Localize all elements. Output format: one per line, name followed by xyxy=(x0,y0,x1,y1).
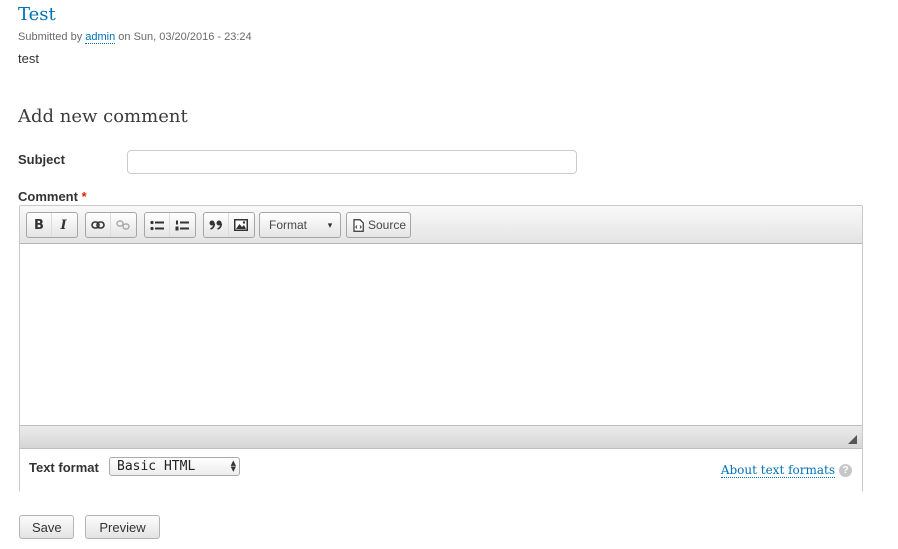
save-button[interactable]: Save xyxy=(19,515,74,539)
comment-label: Comment xyxy=(18,189,78,204)
format-dropdown[interactable]: Format ▾ xyxy=(259,212,341,238)
unlink-icon xyxy=(115,220,130,230)
node-body: test xyxy=(18,51,39,66)
preview-button[interactable]: Preview xyxy=(85,515,160,539)
select-arrows-icon: ▲ ▼ xyxy=(230,459,236,473)
about-text-formats-link[interactable]: About text formats xyxy=(720,463,835,478)
image-icon xyxy=(233,219,248,231)
text-format-select[interactable]: Basic HTML ▲ ▼ xyxy=(109,457,240,476)
toolbar-group-basic: B I xyxy=(26,212,78,238)
node-title-link[interactable]: Test xyxy=(18,4,56,25)
comment-editor-area[interactable] xyxy=(20,244,862,424)
source-button-label: Source xyxy=(368,218,407,232)
comment-form-heading: Add new comment xyxy=(18,106,188,127)
source-button[interactable]: Source xyxy=(346,212,411,238)
toolbar-group-lists xyxy=(144,212,196,238)
bold-button[interactable]: B xyxy=(27,213,51,237)
text-format-label: Text format xyxy=(29,460,99,475)
toolbar-group-media xyxy=(203,212,255,238)
chevron-down-icon: ▾ xyxy=(327,219,333,230)
blockquote-icon xyxy=(209,220,223,230)
text-format-wrapper: Text format Basic HTML ▲ ▼ About text for… xyxy=(20,449,862,492)
link-icon xyxy=(91,221,105,229)
blockquote-button[interactable] xyxy=(204,213,228,237)
image-button[interactable] xyxy=(228,213,252,237)
ckeditor: B I Format ▾ Source Text format Basic HT… xyxy=(19,205,863,492)
resize-handle-icon[interactable] xyxy=(848,435,857,444)
italic-button[interactable]: I xyxy=(51,213,75,237)
numbered-list-icon xyxy=(175,220,189,230)
editor-toolbar: B I Format ▾ Source xyxy=(20,206,862,244)
unlink-button[interactable] xyxy=(110,213,134,237)
bulleted-list-icon xyxy=(150,220,164,230)
required-marker: * xyxy=(81,189,87,204)
toolbar-group-links xyxy=(85,212,137,238)
submitted-info: Submitted by admin on Sun, 03/20/2016 - … xyxy=(18,31,252,44)
subject-label: Subject xyxy=(18,152,65,167)
submitted-prefix: Submitted by xyxy=(18,31,86,43)
subject-input[interactable] xyxy=(127,150,577,174)
submitted-date: on Sun, 03/20/2016 - 23:24 xyxy=(115,31,252,43)
format-dropdown-label: Format xyxy=(269,218,308,232)
source-icon xyxy=(353,218,364,232)
author-link[interactable]: admin xyxy=(85,31,116,44)
link-button[interactable] xyxy=(86,213,110,237)
numbered-list-button[interactable] xyxy=(169,213,193,237)
editor-bottom-bar xyxy=(20,425,862,449)
help-icon[interactable]: ? xyxy=(839,464,852,477)
text-format-selected: Basic HTML xyxy=(117,459,196,474)
comment-label-row: Comment * xyxy=(18,189,87,204)
bulleted-list-button[interactable] xyxy=(145,213,169,237)
